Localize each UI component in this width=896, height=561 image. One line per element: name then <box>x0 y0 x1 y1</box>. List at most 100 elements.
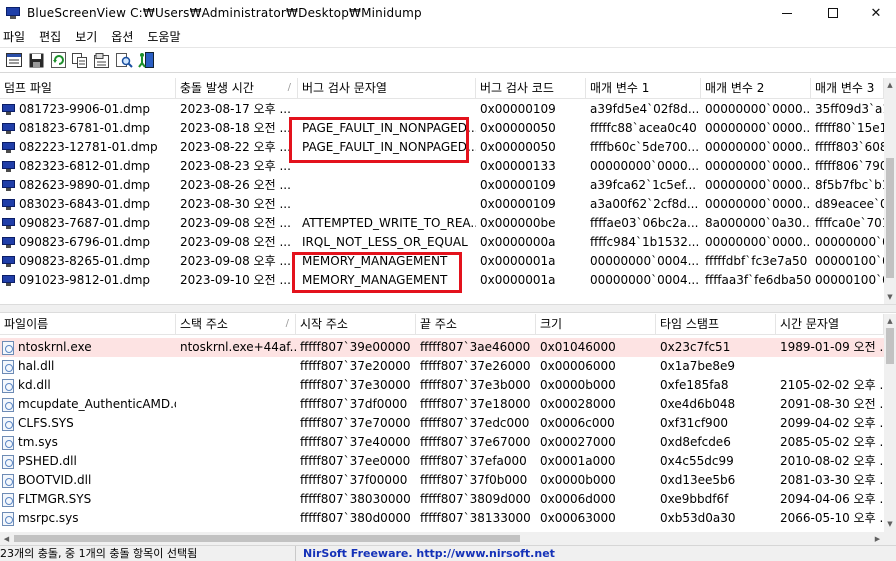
highlight-box <box>289 117 469 163</box>
driver-file-icon <box>2 435 14 450</box>
cell-text: mcupdate_AuthenticAMD.dll <box>18 397 176 411</box>
table-row[interactable]: 083023-6843-01.dmp 2023-08-30 오전 ... 0x000… <box>0 195 884 214</box>
cell-parameter-2: 00000000`0000... <box>705 140 811 154</box>
sort-indicator-icon: / <box>285 318 289 329</box>
table-row[interactable]: FLTMGR.SYS fffff807`38030000 fffff807`3809… <box>0 490 884 509</box>
cell-size: 0x00006000 <box>540 359 616 373</box>
table-row[interactable]: msrpc.sys fffff807`380d0000 fffff807`38133… <box>0 509 884 528</box>
scroll-thumb[interactable] <box>886 328 894 364</box>
scroll-down-icon[interactable]: ▼ <box>884 517 896 531</box>
nirsoft-link[interactable]: NirSoft Freeware. http://www.nirsoft.net <box>296 546 555 561</box>
properties-button[interactable] <box>5 51 23 69</box>
html-report-button[interactable] <box>93 51 111 69</box>
table-row[interactable]: 090823-6796-01.dmp 2023-09-08 오전 ... IRQL_… <box>0 233 884 252</box>
column-header-parameter-2[interactable]: 매개 변수 2 <box>701 78 811 99</box>
crash-dump-icon <box>2 275 15 286</box>
cell-text: tm.sys <box>18 435 58 449</box>
menu-view[interactable]: 보기 <box>72 28 108 45</box>
scroll-up-icon[interactable]: ▲ <box>884 314 896 328</box>
refresh-button[interactable] <box>49 51 67 69</box>
cell-parameter-3: fffff80`15e1c... <box>815 121 884 135</box>
cell-filename: FLTMGR.SYS <box>0 490 176 509</box>
cell-text: 081723-9906-01.dmp <box>19 102 151 116</box>
menu-edit[interactable]: 편집 <box>36 28 72 45</box>
driver-file-icon <box>2 416 14 431</box>
cell-time-string: 2099-04-02 오후 ... <box>780 416 884 430</box>
save-button[interactable] <box>27 51 45 69</box>
crash-dump-icon <box>2 237 15 248</box>
column-header-parameter-3[interactable]: 매개 변수 3 <box>811 78 884 99</box>
scroll-thumb[interactable] <box>886 158 894 278</box>
crash-dump-icon <box>2 218 15 229</box>
exit-icon <box>137 52 154 68</box>
pane-splitter[interactable] <box>0 304 896 313</box>
cell-start-address: fffff807`37df0000 <box>300 397 408 411</box>
cell-filename: BOOTVID.dll <box>0 471 176 490</box>
column-header-start-address[interactable]: 시작 주소 <box>296 314 416 335</box>
driver-file-icon <box>2 511 14 526</box>
table-row[interactable]: 090823-7687-01.dmp 2023-09-08 오전 ... ATTEM… <box>0 214 884 233</box>
cell-size: 0x0000b000 <box>540 473 616 487</box>
cell-bug-check-code: 0x0000000a <box>480 235 556 249</box>
column-header-label: 버그 검사 문자열 <box>302 81 387 95</box>
cell-bug-check-code: 0x00000133 <box>480 159 556 173</box>
scroll-right-icon[interactable]: ▶ <box>871 532 884 545</box>
table-row[interactable]: 082623-9890-01.dmp 2023-08-26 오전 ... 0x000… <box>0 176 884 195</box>
table-row[interactable]: BOOTVID.dll fffff807`37f00000 fffff807`37f… <box>0 471 884 490</box>
column-header-size[interactable]: 크기 <box>536 314 656 335</box>
column-header-bug-check-code[interactable]: 버그 검사 코드 <box>476 78 586 99</box>
cell-dump-file: 082323-6812-01.dmp <box>0 157 176 176</box>
cell-bug-check-code: 0x0000001a <box>480 273 556 287</box>
table-row[interactable]: CLFS.SYS fffff807`37e70000 fffff807`37edc0… <box>0 414 884 433</box>
column-header-timestamp[interactable]: 타임 스탬프 <box>656 314 776 335</box>
scroll-down-icon[interactable]: ▼ <box>884 290 896 304</box>
cell-parameter-1: a39fd5e4`02f8d... <box>590 102 700 116</box>
minimize-button[interactable] <box>764 0 810 26</box>
scroll-thumb[interactable] <box>14 535 520 542</box>
scroll-left-icon[interactable]: ◀ <box>0 532 13 545</box>
column-header-parameter-1[interactable]: 매개 변수 1 <box>586 78 701 99</box>
table-row[interactable]: hal.dll fffff807`37e20000 fffff807`37e2600… <box>0 357 884 376</box>
cell-parameter-3: 00000000`0000... <box>815 235 884 249</box>
crash-dump-icon <box>2 161 15 172</box>
close-icon: ✕ <box>870 5 882 21</box>
cell-dump-file: 090823-8265-01.dmp <box>0 252 176 271</box>
menu-options[interactable]: 옵션 <box>108 28 144 45</box>
maximize-button[interactable] <box>810 0 856 26</box>
cell-size: 0x00063000 <box>540 511 616 525</box>
copy-button[interactable] <box>71 51 89 69</box>
menu-file[interactable]: 파일 <box>0 28 36 45</box>
cell-dump-file: 081723-9906-01.dmp <box>0 100 176 119</box>
crash-dump-list-vscrollbar[interactable]: ▲ ▼ <box>884 78 896 304</box>
exit-button[interactable] <box>137 51 155 69</box>
scroll-up-icon[interactable]: ▲ <box>884 78 896 92</box>
crash-dump-icon <box>2 104 15 115</box>
column-header-dump-file[interactable]: 덤프 파일 <box>0 78 176 99</box>
cell-size: 0x01046000 <box>540 340 616 354</box>
cell-dump-file: 091023-9812-01.dmp <box>0 271 176 290</box>
column-header-filename[interactable]: 파일이름 <box>0 314 176 335</box>
column-header-end-address[interactable]: 끝 주소 <box>416 314 536 335</box>
find-button[interactable] <box>115 51 133 69</box>
column-header-bug-check-string[interactable]: 버그 검사 문자열 <box>298 78 476 99</box>
cell-stack-address <box>176 357 296 376</box>
cell-text: msrpc.sys <box>18 511 79 525</box>
menu-help[interactable]: 도움말 <box>144 28 191 45</box>
table-row[interactable]: PSHED.dll fffff807`37ee0000 fffff807`37efa… <box>0 452 884 471</box>
driver-list-vscrollbar[interactable]: ▲ ▼ <box>884 314 896 545</box>
table-row[interactable]: ntoskrnl.exe ntoskrnl.exe+44af... fffff807… <box>0 338 884 357</box>
cell-bug-check-code: 0x000000be <box>480 216 556 230</box>
table-row[interactable]: kd.dll fffff807`37e30000 fffff807`37e3b000… <box>0 376 884 395</box>
column-header-time-string[interactable]: 시간 문자열 <box>776 314 884 335</box>
cell-start-address: fffff807`37ee0000 <box>300 454 411 468</box>
column-header-stack-address[interactable]: 스택 주소 / <box>176 314 296 335</box>
cell-size: 0x0001a000 <box>540 454 616 468</box>
driver-list-hscrollbar[interactable]: ◀ ▶ <box>0 532 884 545</box>
table-row[interactable]: tm.sys fffff807`37e40000 fffff807`37e67000… <box>0 433 884 452</box>
column-header-label: 시간 문자열 <box>780 317 840 331</box>
highlight-box <box>292 252 462 293</box>
column-header-crash-time[interactable]: 충돌 발생 시간 / <box>176 78 298 99</box>
table-row[interactable]: mcupdate_AuthenticAMD.dll fffff807`37df00… <box>0 395 884 414</box>
close-button[interactable]: ✕ <box>856 0 896 26</box>
cell-bug-check-code: 0x00000109 <box>480 197 556 211</box>
